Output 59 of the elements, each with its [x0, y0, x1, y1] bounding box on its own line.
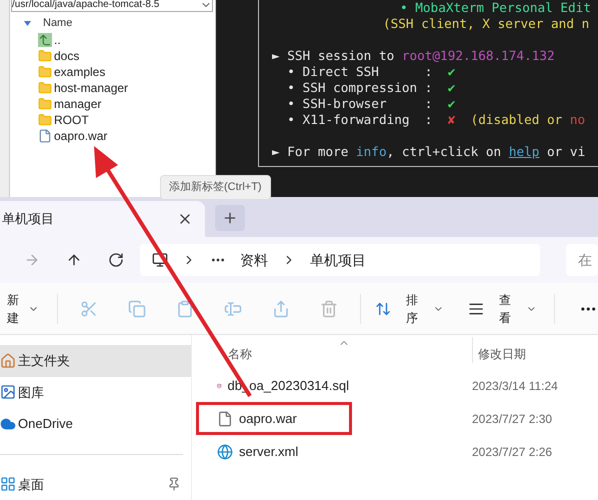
- refresh-icon[interactable]: [108, 252, 124, 268]
- new-tab-button[interactable]: [215, 205, 245, 231]
- file-list-item[interactable]: examples: [10, 64, 215, 80]
- parent-folder-icon: [38, 33, 52, 47]
- file-icon: [38, 129, 52, 143]
- file-list-item[interactable]: docs: [10, 48, 215, 64]
- file-list-item[interactable]: ..: [10, 32, 215, 48]
- plus-icon: [222, 210, 238, 226]
- pin-icon[interactable]: [167, 477, 181, 492]
- date-cell-text: 2023/7/27 2:26: [472, 444, 552, 460]
- terminal-line: • SSH compression : ✔: [286, 80, 456, 96]
- breadcrumb-item[interactable]: 资料: [240, 250, 268, 270]
- breadcrumb-item[interactable]: 单机项目: [310, 250, 366, 270]
- file-icon: [217, 410, 233, 426]
- column-header[interactable]: Name: [43, 14, 72, 32]
- sidebar-item[interactable]: 主文件夹: [0, 345, 191, 377]
- help-link[interactable]: help: [508, 144, 540, 159]
- sort-button[interactable]: 排序: [375, 294, 444, 324]
- terminal-line: • SSH-browser : ✔: [286, 96, 456, 112]
- cloud-icon: [0, 416, 16, 432]
- folder-icon: [38, 97, 52, 111]
- terminal-line: • Direct SSH : ✔: [286, 64, 456, 80]
- terminal-line: ► For more info, ctrl+click on help or vi: [272, 144, 586, 160]
- terminal-line: • MobaXterm Personal Edit: [399, 0, 592, 16]
- monitor-icon: [152, 252, 168, 268]
- folder-icon: [38, 65, 52, 79]
- date-cell-text: 2023/3/14 11:24: [472, 378, 558, 394]
- folder-icon: [38, 49, 52, 63]
- new-button[interactable]: 新建: [2, 294, 58, 324]
- sidebar-item[interactable]: OneDrive: [0, 408, 191, 440]
- paste-icon[interactable]: [176, 300, 194, 318]
- file-name-cell[interactable]: server.xml: [196, 435, 352, 468]
- file-name-cell[interactable]: oapro.war: [196, 402, 352, 435]
- up-icon[interactable]: [66, 252, 82, 268]
- desktop-icon: [0, 476, 16, 492]
- folder-icon: [38, 113, 52, 127]
- date-cell-text: 2023/7/27 2:30: [472, 410, 552, 428]
- file-list-item[interactable]: manager: [10, 96, 215, 112]
- image-icon: [0, 384, 16, 400]
- folder-icon: [38, 81, 52, 95]
- column-header[interactable]: 名称: [228, 345, 472, 363]
- file-list-item[interactable]: oapro.war: [10, 128, 215, 144]
- search-field[interactable]: 在: [566, 244, 598, 276]
- sidebar-item[interactable]: 桌面: [0, 468, 191, 500]
- terminal-line: • X11-forwarding : ✘ (disabled or no: [286, 112, 586, 128]
- terminal-line: ► SSH session to root@192.168.174.132: [272, 48, 556, 64]
- address-bar[interactable]: 资料 单机项目: [140, 244, 540, 276]
- tab[interactable]: 单机项目: [0, 201, 205, 237]
- sort-triangle-icon: [24, 20, 31, 26]
- globe-icon: [217, 444, 233, 460]
- column-header[interactable]: 修改日期: [478, 345, 526, 363]
- file-list-item[interactable]: ROOT: [10, 112, 215, 128]
- sidebar-item[interactable]: 图库: [0, 376, 191, 408]
- home-icon: [0, 352, 16, 369]
- tooltip: 添加新标签(Ctrl+T): [160, 175, 271, 200]
- view-button[interactable]: 查看: [468, 294, 556, 324]
- path-field[interactable]: /usr/local/java/apache-tomcat-8.5: [11, 0, 213, 12]
- terminal-line: (SSH client, X server and n: [382, 16, 590, 32]
- file-list-item[interactable]: host-manager: [10, 80, 215, 96]
